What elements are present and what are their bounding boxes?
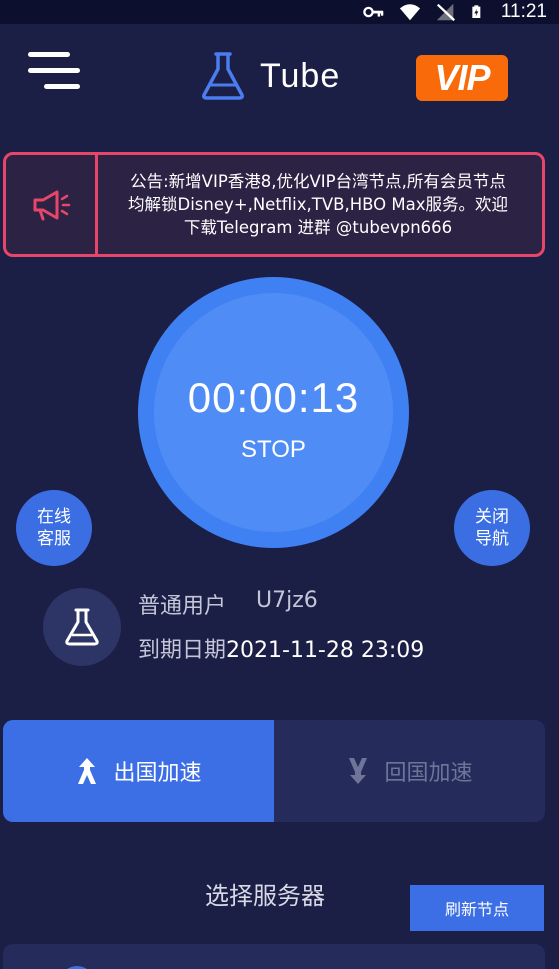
stop-label: STOP <box>241 435 306 463</box>
user-info: 普通用户 U7jz6 <box>138 588 318 620</box>
stop-button[interactable]: 00:00:13 STOP <box>154 293 393 532</box>
acceleration-mode-toggle: 出国加速 回国加速 <box>3 720 545 822</box>
online-support-label: 在线客服 <box>37 507 71 549</box>
battery-charging-icon <box>472 5 481 19</box>
app-bar: Tube VIP <box>0 28 559 128</box>
merge-arrow-icon <box>78 758 97 784</box>
online-support-button[interactable]: 在线客服 <box>16 490 92 566</box>
close-navigation-label: 关闭导航 <box>475 507 509 549</box>
avatar <box>43 588 121 666</box>
connection-timer: 00:00:13 STOP <box>138 277 409 548</box>
user-id: U7jz6 <box>256 588 318 613</box>
tab-outbound-acceleration[interactable]: 出国加速 <box>3 720 274 822</box>
notice-banner[interactable]: 公告:新增VIP香港8,优化VIP台湾节点,所有会员节点均解锁Disney+,N… <box>3 152 545 257</box>
split-arrow-icon <box>349 758 368 784</box>
expiry-info: 到期日期2021-11-28 23:09 <box>138 632 424 664</box>
vip-label: VIP <box>434 57 490 98</box>
refresh-nodes-button[interactable]: 刷新节点 <box>410 885 544 931</box>
inbound-label: 回国加速 <box>384 761 473 786</box>
elapsed-time: 00:00:13 <box>187 373 360 421</box>
select-server-title: 选择服务器 <box>205 882 325 910</box>
expiry-date: 2021-11-28 23:09 <box>226 638 425 663</box>
close-navigation-button[interactable]: 关闭导航 <box>454 490 530 566</box>
menu-button[interactable] <box>28 52 82 92</box>
vip-button[interactable]: VIP <box>416 55 508 101</box>
flask-icon <box>65 608 99 646</box>
notice-text: 公告:新增VIP香港8,优化VIP台湾节点,所有会员节点均解锁Disney+,N… <box>128 172 508 237</box>
notice-icon-box <box>6 155 98 254</box>
megaphone-icon <box>33 190 70 220</box>
key-icon <box>363 6 384 18</box>
outbound-label: 出国加速 <box>113 761 202 786</box>
server-list-item[interactable] <box>3 944 545 969</box>
user-type: 普通用户 <box>138 594 227 619</box>
tab-inbound-acceleration[interactable]: 回国加速 <box>274 720 545 822</box>
wifi-icon <box>399 4 420 21</box>
status-bar: 11:21 <box>0 0 559 24</box>
status-time: 11:21 <box>500 1 547 22</box>
no-signal-icon <box>436 3 455 22</box>
app-title: Tube <box>260 56 341 95</box>
refresh-nodes-label: 刷新节点 <box>444 900 509 919</box>
flask-icon <box>202 52 244 100</box>
expiry-label: 到期日期 <box>138 638 227 663</box>
status-icons: 11:21 <box>363 0 547 24</box>
brand: Tube <box>200 48 340 104</box>
